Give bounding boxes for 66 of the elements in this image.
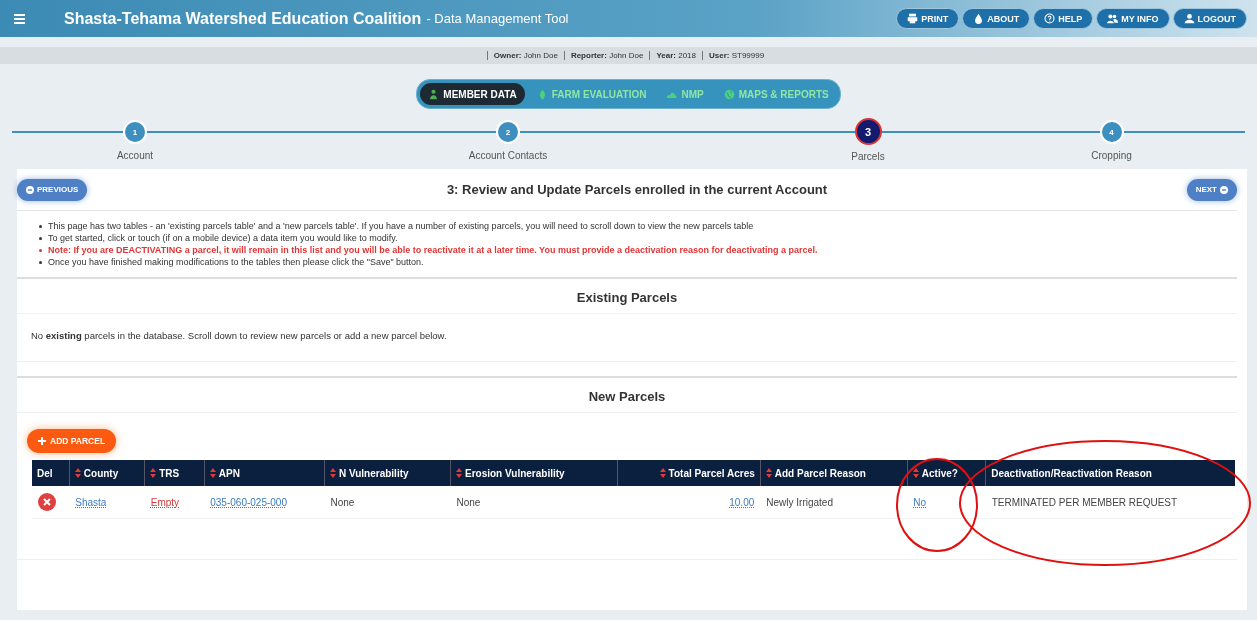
info-text: Owner: John Doe (486, 51, 564, 60)
plus-icon (38, 437, 46, 445)
users-icon (1107, 13, 1119, 24)
header-button[interactable]: PRINT (896, 8, 960, 29)
info-text: Year: 2018 (649, 51, 702, 60)
header-button[interactable]: HELP (1033, 8, 1094, 29)
add-parcel-button[interactable]: ADD PARCEL (27, 429, 117, 453)
minus-circle-icon (1220, 185, 1228, 194)
next-button[interactable]: NEXT (1186, 178, 1237, 201)
step-circle[interactable]: 4 (1099, 120, 1124, 144)
column-header[interactable]: APN (204, 460, 325, 486)
bullet-icon (39, 260, 42, 264)
empty-value-link[interactable]: Empty (150, 496, 180, 508)
minus-circle-icon (26, 185, 34, 194)
instruction-text: To get started, click or touch (if on a mobile device) a data item you would like to modify. (48, 232, 398, 244)
globe-icon (723, 88, 735, 100)
app-subtitle: - Data Management Tool (426, 11, 569, 26)
bullet-icon (39, 224, 42, 228)
warning-text: Note: If you are DEACTIVATING a parcel, it will remain in this list and you will be able to reactivate it at a later time. You must provide a deactivation reason for deactivating a parcel. (48, 244, 818, 256)
table-link[interactable]: No (913, 496, 927, 508)
column-header[interactable]: Add Parcel Reason (760, 460, 908, 486)
info-text: User: ST99999 (702, 51, 771, 60)
table-link[interactable]: Shasta (75, 496, 107, 508)
instruction-text: Once you have finished making modifications to the tables then please click the "Save" button. (48, 256, 424, 268)
bullet-icon (39, 236, 42, 240)
info-text: Reporter: John Doe (563, 51, 650, 60)
module-tab[interactable]: MEMBER DATA (420, 83, 525, 105)
step-label: Account Contacts (468, 150, 548, 161)
bullet-icon (39, 248, 42, 252)
column-header[interactable]: TRS (144, 460, 205, 486)
table-link[interactable]: 10.00 (729, 496, 755, 508)
column-header: Del (32, 460, 70, 486)
table-cell: TERMINATED PER MEMBER REQUEST (991, 496, 1178, 508)
table-link[interactable]: 035-060-025-000 (210, 496, 287, 508)
section-heading: Existing Parcels (17, 279, 1237, 314)
step-label: Cropping (1091, 150, 1132, 161)
help-icon (1044, 13, 1056, 24)
column-header[interactable]: Total Parcel Acres (617, 460, 761, 486)
step-circle[interactable]: 1 (123, 120, 147, 144)
delete-button[interactable] (38, 493, 56, 511)
column-header: Deactivation/Reactivation Reason (985, 460, 1235, 486)
page-title: 3: Review and Update Parcels enrolled in the current Account (445, 182, 829, 197)
table-cell: None (330, 496, 355, 508)
header-button[interactable]: ABOUT (962, 8, 1031, 29)
previous-button[interactable]: PREVIOUS (17, 178, 88, 201)
empty-message: No existing parcels in the database. Scroll down to review new parcels or add a new parcel below. (17, 314, 1237, 362)
close-icon (43, 498, 51, 506)
step-label: Parcels (851, 151, 885, 162)
column-header[interactable]: N Vulnerability (324, 460, 451, 486)
table-cell: None (456, 496, 481, 508)
column-header[interactable]: County (69, 460, 145, 486)
column-header[interactable]: Erosion Vulnerability (450, 460, 618, 486)
app-title: Shasta-Tehama Watershed Education Coalition (64, 9, 422, 28)
header-button[interactable]: MY INFO (1096, 8, 1170, 29)
table-cell: Newly Irrigated (766, 496, 833, 508)
instruction-text: This page has two tables - an 'existing parcels table' and a 'new parcels table'. If you have a number of existing parcels, you will need to scroll down to view the new parcels table (48, 220, 754, 232)
section-heading: New Parcels (17, 378, 1237, 413)
header-button[interactable]: LOGOUT (1172, 8, 1247, 29)
step-circle[interactable]: 2 (496, 120, 520, 144)
column-header[interactable]: Active? (907, 460, 986, 486)
person-icon (428, 88, 440, 100)
step-circle[interactable]: 3 (854, 118, 882, 145)
user-icon (1183, 13, 1195, 24)
printer-icon (907, 13, 919, 24)
step-label: Account (116, 150, 154, 161)
drop-icon (973, 13, 985, 24)
